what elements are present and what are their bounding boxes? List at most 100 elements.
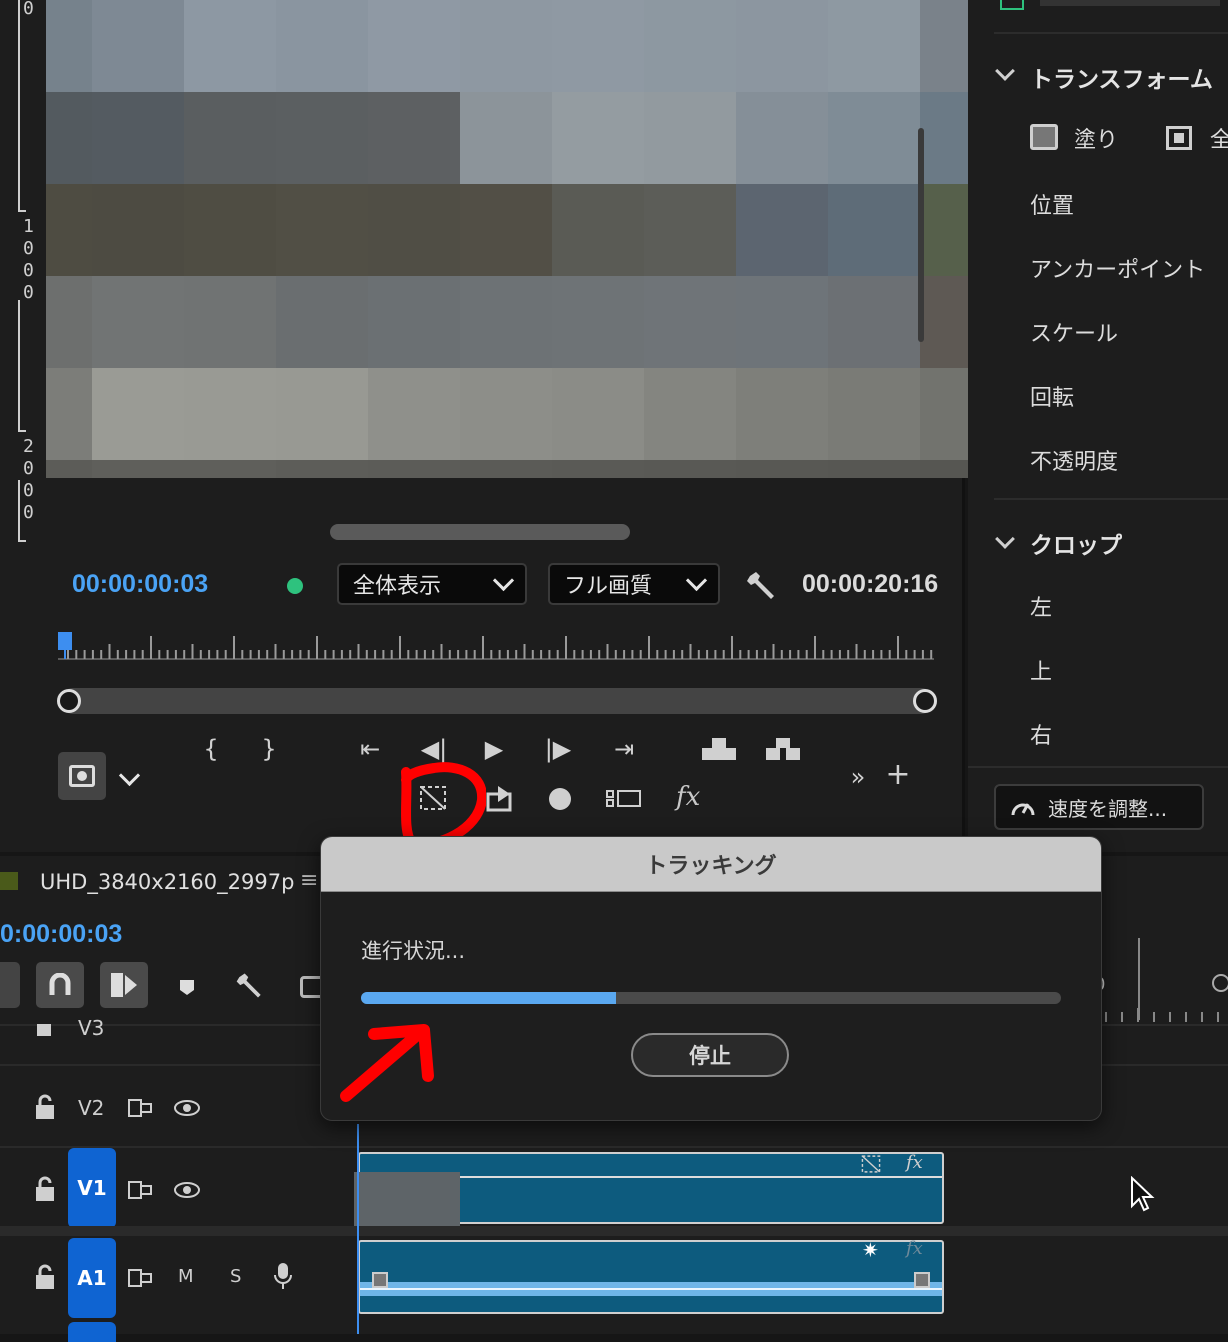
chevron-down-icon[interactable] (995, 529, 1015, 549)
time-ruler[interactable] (58, 632, 934, 660)
record-icon[interactable] (549, 788, 571, 810)
eye-icon[interactable] (174, 1182, 200, 1202)
ruler-digit: 0 (23, 260, 34, 281)
nest-toggle-icon[interactable] (0, 962, 20, 1008)
track-target-v1[interactable]: V1 (68, 1148, 116, 1228)
sync-lock-icon[interactable] (128, 1268, 152, 1292)
multi-camera-icon[interactable] (606, 788, 642, 810)
ruler-digit: 0 (23, 458, 34, 479)
microphone-icon[interactable] (274, 1262, 292, 1294)
transform-opacity[interactable]: 不透明度 (1030, 444, 1118, 476)
track-label: V3 (78, 1016, 105, 1040)
fill-label-2[interactable]: 全 (1210, 122, 1228, 154)
effect-controls-panel: トランスフォーム 塗り 全 位置 アンカーポイント スケール 回転 不透明度 ク… (968, 0, 1228, 852)
zoom-start-handle[interactable] (57, 689, 81, 713)
cursor-icon (1130, 1175, 1156, 1214)
fade-in-handle[interactable] (372, 1272, 388, 1288)
crop-top[interactable]: 上 (1030, 654, 1052, 686)
section-crop[interactable]: クロップ (1030, 526, 1122, 560)
crop-left[interactable]: 左 (1030, 590, 1052, 622)
clip-thumbnail-icon (1000, 0, 1024, 10)
lock-icon[interactable] (34, 1176, 56, 1206)
lock-icon[interactable] (34, 1094, 56, 1124)
zoom-scroll-bar[interactable] (57, 688, 937, 714)
quality-dropdown[interactable]: フル画質 (548, 563, 720, 605)
current-timecode[interactable]: 00:00:00:03 (72, 570, 208, 599)
fit-icon[interactable] (1166, 126, 1192, 150)
ruler-tick (18, 210, 26, 212)
clip-name-bar (1040, 0, 1220, 6)
zoom-end-handle[interactable] (913, 689, 937, 713)
annotation-arrow (336, 1020, 436, 1104)
timeline-playhead[interactable] (357, 1124, 359, 1334)
mark-out-icon[interactable]: } (249, 734, 289, 764)
solo-button[interactable]: S (230, 1266, 241, 1287)
horizontal-scrollbar[interactable] (330, 524, 630, 540)
zoom-dropdown[interactable]: 全体表示 (337, 563, 527, 605)
transform-scale[interactable]: スケール (1030, 316, 1118, 348)
chevron-down-icon (685, 569, 708, 591)
dialog-title: トラッキング (321, 837, 1101, 892)
lock-icon[interactable] (34, 1264, 56, 1294)
sequence-tab-name[interactable]: UHD_3840x2160_2997p (40, 870, 294, 894)
more-controls-icon[interactable]: » (838, 762, 878, 792)
transform-position[interactable]: 位置 (1030, 188, 1074, 220)
duration-timecode: 00:00:20:16 (802, 570, 939, 598)
progress-fill (361, 992, 616, 1004)
ruler-tick (18, 540, 26, 542)
ruler-digit: 1 (23, 216, 34, 237)
step-forward-icon[interactable]: |▶ (538, 734, 578, 764)
fade-out-handle[interactable] (914, 1272, 930, 1288)
ruler-digit: 0 (23, 282, 34, 303)
ruler-handle[interactable] (1212, 974, 1228, 992)
add-button-icon[interactable]: + (878, 760, 918, 790)
vertical-scrollbar[interactable] (918, 128, 924, 342)
speed-adjust-button[interactable]: 速度を調整... (994, 784, 1204, 830)
program-monitor-panel: 0 1 0 0 0 2 0 0 0 00:00:00:03 全体表示 フル画質 … (0, 0, 1012, 852)
go-to-in-icon[interactable]: ⇤ (350, 734, 390, 764)
go-to-out-icon[interactable]: ⇥ (604, 734, 644, 764)
lift-icon[interactable] (700, 736, 738, 762)
fill-label[interactable]: 塗り (1074, 122, 1118, 154)
menu-icon[interactable]: ≡ (300, 868, 318, 893)
mute-button[interactable]: M (178, 1266, 194, 1287)
ruler-digit: 0 (23, 0, 34, 19)
section-transform[interactable]: トランスフォーム (1030, 60, 1213, 94)
audio-clip[interactable]: ✷ fx (358, 1238, 944, 1314)
track-mask-icon (860, 1154, 882, 1174)
ruler-line (18, 480, 20, 542)
export-frame-icon[interactable] (486, 784, 514, 812)
sync-lock-icon[interactable] (128, 1098, 152, 1122)
timeline-timecode[interactable]: 0:00:00:03 (0, 920, 122, 949)
extract-icon[interactable] (764, 736, 802, 762)
wrench-icon[interactable] (744, 568, 780, 604)
crop-right[interactable]: 右 (1030, 718, 1052, 750)
tracking-dialog: トラッキング 進行状況... 停止 (320, 836, 1102, 1121)
video-preview[interactable] (46, 0, 1012, 478)
marker-icon[interactable] (178, 978, 196, 996)
track-target-a1[interactable]: A1 (68, 1238, 116, 1318)
transform-rotation[interactable]: 回転 (1030, 380, 1074, 412)
fill-icon[interactable] (1030, 124, 1058, 150)
snap-magnet-icon[interactable] (36, 962, 84, 1008)
track-v1: V1 fx (0, 1146, 1228, 1236)
speedometer-icon (1010, 796, 1036, 818)
fx-icon[interactable]: fx (676, 782, 700, 812)
sync-lock-icon[interactable] (128, 1180, 152, 1204)
timeline-wrench-icon[interactable] (234, 970, 266, 1002)
ruler-digit: 0 (23, 480, 34, 501)
stop-button[interactable]: 停止 (631, 1033, 789, 1077)
mark-in-icon[interactable]: { (191, 734, 231, 764)
transform-anchor[interactable]: アンカーポイント (1030, 252, 1205, 284)
camera-icon[interactable] (58, 752, 106, 800)
chevron-down-icon[interactable] (118, 764, 141, 787)
track-target-next[interactable] (68, 1322, 116, 1342)
quality-dropdown-value: フル画質 (564, 574, 653, 599)
linked-selection-icon[interactable] (100, 962, 148, 1008)
chevron-down-icon[interactable] (995, 61, 1015, 81)
lock-icon[interactable] (34, 1018, 54, 1036)
eye-icon[interactable] (174, 1100, 200, 1120)
status-dot (287, 578, 303, 594)
ruler-line (18, 300, 20, 430)
progress-status-label: 進行状況... (361, 939, 466, 963)
